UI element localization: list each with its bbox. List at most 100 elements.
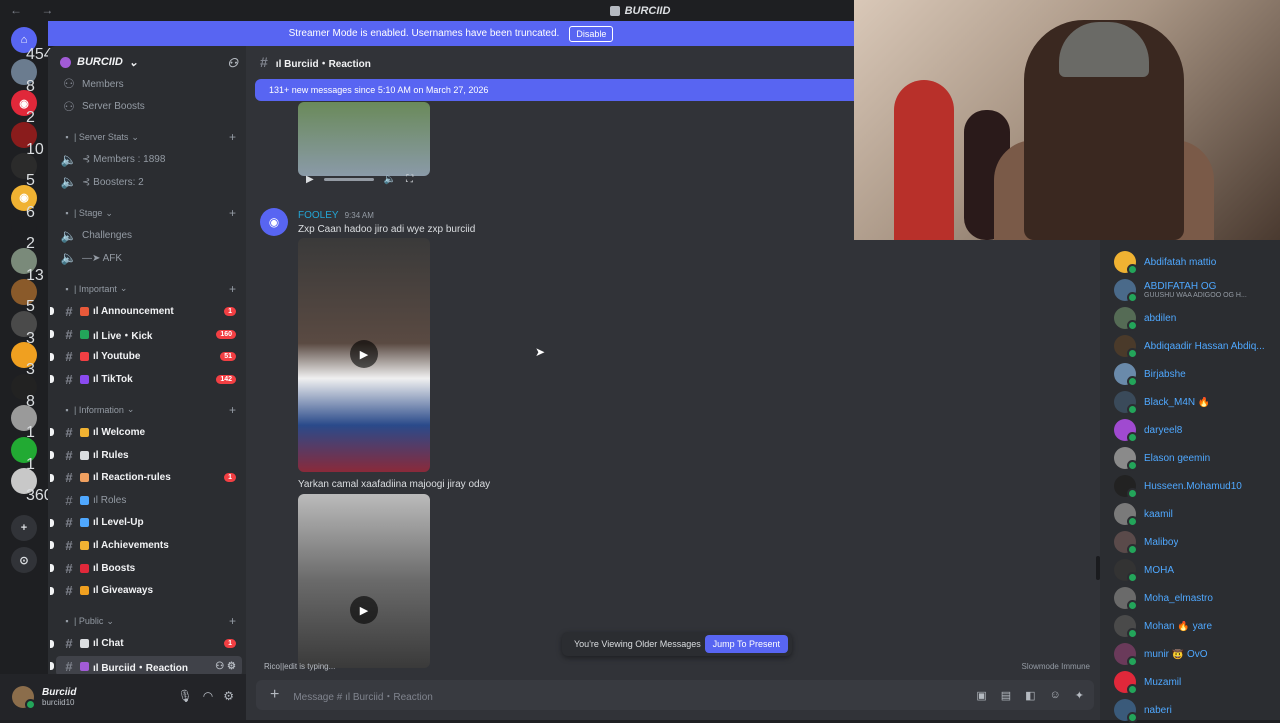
member-item[interactable]: Abdifatah mattio (1114, 250, 1280, 275)
channel-emoji-icon (80, 352, 89, 362)
member-item[interactable]: Elason geemin (1114, 446, 1280, 471)
disable-button[interactable]: Disable (569, 25, 614, 42)
sidebar-item[interactable]: ⚇ Server Boosts (56, 97, 242, 117)
avatar (1114, 419, 1138, 443)
discord-avatar-icon[interactable]: ◉ (260, 208, 288, 236)
channel-emoji-icon (80, 473, 89, 483)
volume-icon[interactable]: 🔈 (384, 174, 396, 185)
avatar (1114, 335, 1138, 359)
sticker-icon[interactable]: ◧ (1025, 689, 1035, 702)
member-item[interactable]: Abdiqaadir Hassan Abdiq... (1114, 334, 1280, 359)
member-status: GUUSHU WAA ADIGOO OG H... (1144, 292, 1247, 299)
add-channel-icon[interactable]: + (229, 206, 236, 220)
voice-channel[interactable]: 🔈 ⊰ Members : 1898 (56, 150, 242, 170)
member-item[interactable]: kaamil (1114, 502, 1280, 527)
unread-indicator (50, 586, 54, 595)
message-author[interactable]: FOOLEY 9:34 AM (298, 210, 374, 221)
channel-settings-icon[interactable]: ⚇ ⚙ (215, 661, 236, 672)
progress-bar[interactable] (323, 177, 374, 181)
text-channel[interactable]: # ıl Level-Up (50, 513, 242, 533)
add-server-icon[interactable]: + (11, 515, 37, 541)
author-name[interactable]: FOOLEY (298, 210, 339, 221)
add-member-icon[interactable]: ⚇ (227, 56, 238, 70)
add-channel-icon[interactable]: + (229, 614, 236, 628)
hash-icon: # (65, 515, 73, 531)
emoji-icon[interactable]: ☺ (1050, 689, 1061, 702)
text-channel[interactable]: # ıl Reaction-rules 1 (50, 468, 242, 488)
add-channel-icon[interactable]: + (229, 282, 236, 296)
unread-indicator (50, 518, 54, 527)
text-channel[interactable]: # ıl Roles (56, 490, 242, 510)
channel-category[interactable]: ▪ | Important ⌄ + (56, 279, 242, 299)
text-channel[interactable]: # ıl Chat 1 (50, 634, 242, 654)
text-channel[interactable]: # ıl Rules (50, 445, 242, 465)
sidebar-item[interactable]: ⚇ Members (56, 74, 242, 94)
member-item[interactable]: ABDIFATAH OG GUUSHU WAA ADIGOO OG H... (1114, 278, 1280, 303)
channel-category[interactable]: ▪ | Stage ⌄ + (56, 203, 242, 223)
message-input[interactable]: Message # ıl Burciid・Reaction (293, 688, 433, 703)
add-channel-icon[interactable]: + (229, 403, 236, 417)
new-messages-bar[interactable]: 131+ new messages since 5:10 AM on March… (255, 79, 854, 101)
channel-label: ıl Level-Up (93, 517, 144, 529)
apps-icon[interactable]: ✦ (1075, 689, 1084, 702)
member-item[interactable]: Birjabshe (1114, 362, 1280, 387)
play-icon[interactable]: ▶ (306, 174, 314, 185)
member-item[interactable]: MOHA (1114, 558, 1280, 583)
mention-badge: 160 (216, 329, 236, 339)
discover-icon[interactable]: ⊙ (11, 547, 37, 573)
text-channel[interactable]: # ıl Youtube 51 (50, 347, 242, 367)
member-name: Black_M4N 🔥 (1144, 396, 1211, 408)
headphones-icon[interactable]: ◠ (203, 689, 213, 703)
unread-indicator (50, 330, 54, 338)
member-name: Moha_elmastro (1144, 592, 1213, 604)
channel-label: ıl Welcome (93, 426, 146, 438)
member-item[interactable]: abdilen (1114, 306, 1280, 331)
channel-label: Challenges (82, 230, 133, 242)
text-channel[interactable]: # ıl TikTok 142 (50, 369, 242, 389)
add-channel-icon[interactable]: + (229, 130, 236, 144)
member-item[interactable]: Maliboy (1114, 530, 1280, 555)
member-item[interactable]: daryeel8 (1114, 418, 1280, 443)
gif-icon[interactable]: ▤ (1001, 689, 1011, 702)
member-item[interactable]: Mohan 🔥 yare (1114, 614, 1280, 639)
avatar (1114, 251, 1138, 275)
nav-arrows[interactable]: ← → (10, 3, 61, 17)
text-channel[interactable]: # ıl Boosts (50, 558, 242, 578)
scrollbar[interactable] (1096, 556, 1100, 580)
avatar[interactable] (12, 686, 36, 710)
text-channel[interactable]: # ıl Welcome (50, 422, 242, 442)
text-channel[interactable]: # ıl Live・Kick 160 (50, 324, 242, 344)
channel-category[interactable]: ▪ | Public ⌄ + (56, 611, 242, 631)
add-attachment-icon[interactable]: + (270, 686, 279, 704)
fullscreen-icon[interactable]: ⛶ (406, 174, 413, 185)
gift-icon[interactable]: ▣ (976, 689, 986, 702)
text-channel[interactable]: # ıl Giveaways (50, 581, 242, 601)
message-time: 9:34 AM (344, 211, 374, 220)
play-icon[interactable]: ▶ (350, 596, 378, 624)
play-icon[interactable]: ▶ (350, 340, 378, 368)
microphone-icon[interactable]: 🎙 (178, 689, 193, 703)
channel-label: ıl Roles (93, 494, 127, 506)
member-item[interactable]: naberi (1114, 698, 1280, 723)
gear-icon[interactable]: ⚙ (223, 689, 234, 703)
video-attachment[interactable] (298, 102, 430, 176)
video-attachment[interactable] (298, 494, 430, 668)
member-item[interactable]: munir 🤠 OvO (1114, 642, 1280, 667)
text-channel[interactable]: # ıl Achievements (50, 535, 242, 555)
message-composer[interactable]: + Message # ıl Burciid・Reaction ▣ ▤ ◧ ☺ … (256, 680, 1094, 710)
mention-badge: 1 (224, 306, 236, 316)
member-item[interactable]: Husseen.Mohamud10 (1114, 474, 1280, 499)
jump-to-present-button[interactable]: Jump To Present (704, 635, 788, 653)
member-item[interactable]: Muzamil (1114, 670, 1280, 695)
text-channel[interactable]: # ıl Announcement 1 (50, 301, 242, 321)
message-text: Zxp Caan hadoo jiro adi wye zxp burciid (298, 224, 476, 235)
chevron-down-icon: ⌄ (131, 131, 139, 142)
member-item[interactable]: Black_M4N 🔥 (1114, 390, 1280, 415)
channel-category[interactable]: ▪ | Information ⌄ + (56, 400, 242, 420)
voice-channel[interactable]: 🔈 ⊰ Boosters: 2 (56, 172, 242, 192)
channel-category[interactable]: ▪ | Server Stats ⌄ + (56, 127, 242, 147)
voice-channel[interactable]: 🔈 —➤ AFK (56, 248, 242, 268)
avatar (1114, 671, 1138, 695)
voice-channel[interactable]: 🔈 Challenges (56, 226, 242, 246)
member-item[interactable]: Moha_elmastro (1114, 586, 1280, 611)
